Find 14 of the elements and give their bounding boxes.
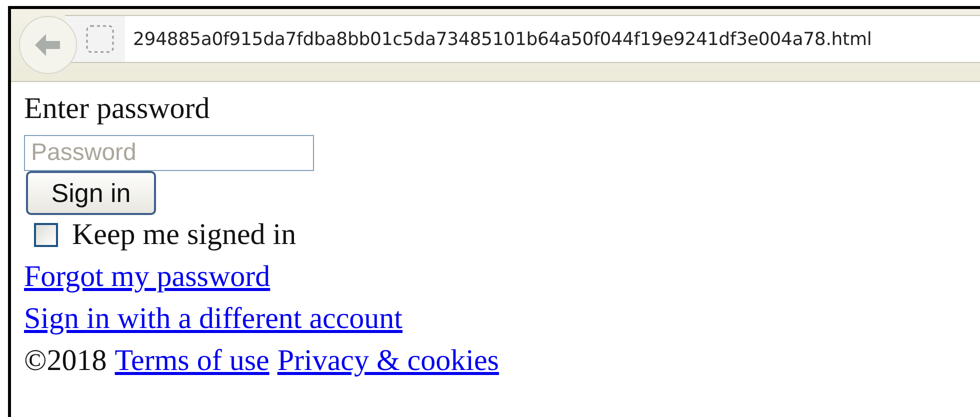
checkbox[interactable] [34, 223, 58, 247]
sign-in-button[interactable]: Sign in [26, 171, 156, 215]
link[interactable]: Sign in with a different account [24, 302, 403, 336]
link[interactable]: Forgot my password [24, 260, 270, 294]
field-label: Enter password [24, 92, 210, 126]
copyright-text: ©2018 [24, 344, 107, 378]
checkbox-label: Keep me signed in [72, 218, 296, 252]
link[interactable]: Privacy & cookies [277, 344, 499, 378]
address-bar[interactable]: 294885a0f915da7fdba8bb01c5da73485101b64a50f044f19e9241df3e004a78.html [65, 15, 980, 63]
link[interactable]: Terms of use [114, 344, 270, 378]
page-icon [85, 24, 115, 54]
url-text: 294885a0f915da7fdba8bb01c5da73485101b64a50f044f19e9241df3e004a78.html [133, 28, 872, 50]
password-field[interactable]: Password [24, 135, 314, 171]
back-arrow-icon [33, 32, 63, 58]
